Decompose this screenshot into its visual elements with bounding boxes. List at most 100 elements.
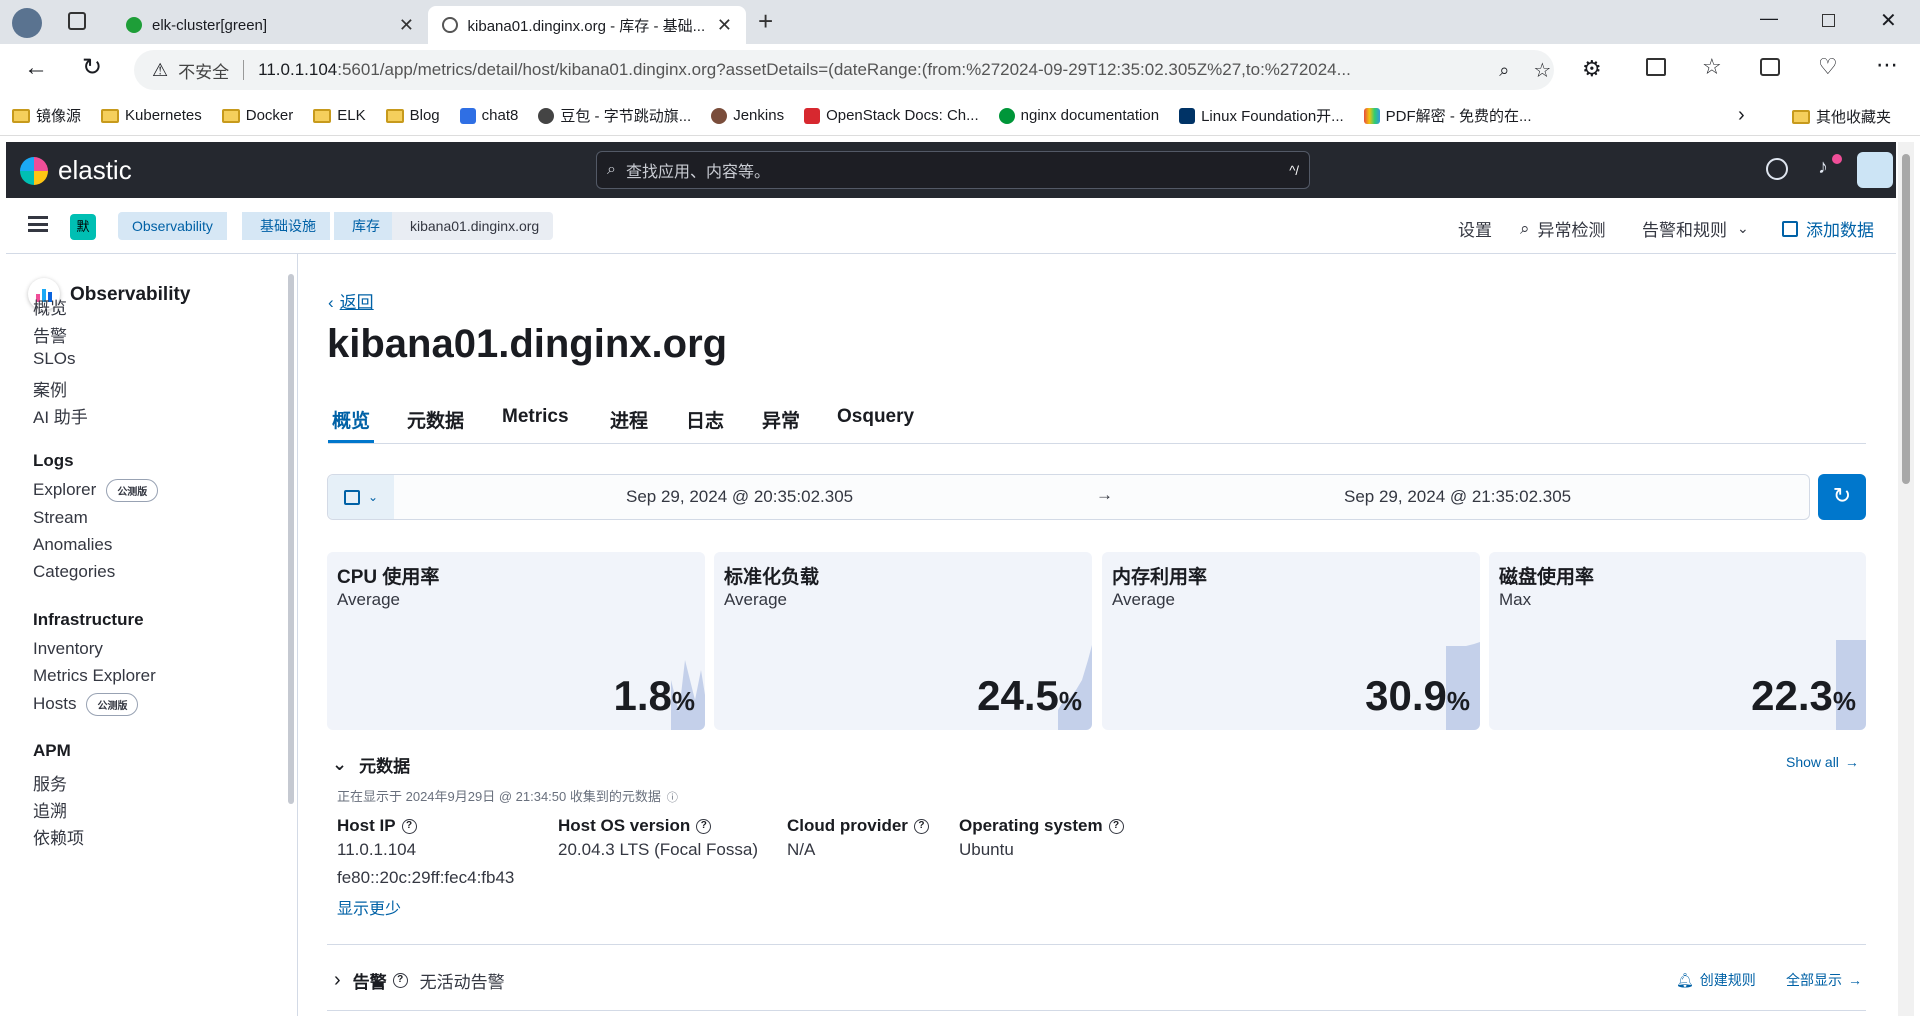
other-bookmarks[interactable]: 其他收藏夹 <box>1792 106 1891 127</box>
zoom-icon[interactable]: ⌕ <box>1499 60 1509 81</box>
question-icon[interactable]: ? <box>1108 819 1124 835</box>
question-icon[interactable]: ? <box>696 819 712 835</box>
space-badge[interactable]: 默 <box>70 214 96 240</box>
metadata-show-all[interactable]: Show all → <box>1786 754 1859 770</box>
health-icon[interactable]: ♡ <box>1818 54 1838 80</box>
tab-label: 日志 <box>686 411 725 432</box>
bookmark-item[interactable]: Kubernetes <box>101 107 202 124</box>
sidenav-scrollbar[interactable] <box>288 274 294 804</box>
alerts-section-toggle[interactable]: › 告警 ? 无活动告警 <box>334 968 505 993</box>
tab-logs[interactable]: 日志 <box>686 406 724 433</box>
tab-actions-icon[interactable] <box>68 12 86 30</box>
breadcrumb-infrastructure[interactable]: 基础设施 <box>242 212 330 240</box>
metadata-section-toggle[interactable]: ⌄ 元数据 <box>332 752 410 777</box>
sidenav-item-traces[interactable]: 追溯 <box>33 797 67 822</box>
breadcrumb-observability[interactable]: Observability <box>118 212 227 240</box>
sidenav-item-explorer[interactable]: Explorer 公测版 <box>33 479 159 502</box>
question-icon[interactable]: ? <box>401 819 417 835</box>
sidenav-item-metrics-explorer[interactable]: Metrics Explorer <box>33 666 156 686</box>
bookmark-item[interactable]: Docker <box>221 107 293 124</box>
tab-metadata[interactable]: 元数据 <box>407 406 464 433</box>
sidenav-item-ai-assistant[interactable]: AI 助手 <box>33 403 88 428</box>
date-start[interactable]: Sep 29, 2024 @ 20:35:02.305 <box>626 487 853 507</box>
kibana-header: elastic ⌕ 查找应用、内容等。 ^/ ♪ <box>6 142 1896 198</box>
anomaly-detection-link[interactable]: ⌕ 异常检测 <box>1520 216 1606 241</box>
back-icon[interactable]: ← <box>24 54 48 82</box>
add-data-link[interactable]: 添加数据 <box>1782 216 1874 241</box>
beta-badge: 公测版 <box>106 479 159 502</box>
anomaly-icon: ⌕ <box>1520 218 1530 238</box>
tab-osquery[interactable]: Osquery <box>837 406 914 428</box>
bookmark-item[interactable]: ELK <box>313 107 366 124</box>
browser-tab-strip: elk-cluster[green] ✕ kibana01.dinginx.or… <box>0 0 1920 44</box>
sidenav-item-anomalies[interactable]: Anomalies <box>33 535 112 555</box>
alerts-rules-menu[interactable]: 告警和规则 ⌄ <box>1642 216 1749 241</box>
back-link[interactable]: ‹ 返回 <box>328 288 374 313</box>
scrollbar-thumb[interactable] <box>1902 154 1910 484</box>
quick-select-button[interactable]: ⌄ <box>328 475 394 519</box>
alerts-show-all-link[interactable]: 全部显示 → <box>1786 970 1862 990</box>
bookmark-item[interactable]: PDF解密 - 免费的在... <box>1363 105 1532 126</box>
tab-overview[interactable]: 概览 <box>332 406 370 433</box>
bookmark-item[interactable]: 豆包 - 字节跳动旗... <box>538 105 691 126</box>
tab-label: 进程 <box>610 411 649 432</box>
bookmark-item[interactable]: nginx documentation <box>998 107 1159 124</box>
tab-anomalies[interactable]: 异常 <box>762 406 800 433</box>
bookmark-item[interactable]: Linux Foundation开... <box>1179 105 1344 126</box>
profile-avatar[interactable] <box>12 8 42 38</box>
more-icon[interactable]: ⋯ <box>1876 52 1898 78</box>
sidenav-item-slos[interactable]: SLOs <box>33 349 76 369</box>
extensions-icon[interactable]: ⚙ <box>1582 56 1602 82</box>
reload-icon[interactable]: ↻ <box>82 53 102 82</box>
restore-button[interactable] <box>1822 14 1835 27</box>
address-bar[interactable]: ⚠ 不安全 11.0.1.104 :5601/app/metrics/detai… <box>134 50 1554 90</box>
sidenav-item-alerts[interactable]: 告警 <box>33 322 67 347</box>
date-end[interactable]: Sep 29, 2024 @ 21:35:02.305 <box>1344 487 1571 507</box>
sidenav-item-inventory[interactable]: Inventory <box>33 639 103 659</box>
sidenav-item-overview[interactable]: 概览 <box>33 294 67 319</box>
tab-processes[interactable]: 进程 <box>610 406 648 433</box>
close-window-button[interactable]: ✕ <box>1880 8 1897 33</box>
page-scrollbar[interactable] <box>1898 142 1914 1016</box>
breadcrumb-label: Observability <box>132 218 213 234</box>
bookmark-label: ELK <box>337 107 366 124</box>
sidenav-item-services[interactable]: 服务 <box>33 770 67 795</box>
sidenav-item-cases[interactable]: 案例 <box>33 376 67 401</box>
sidenav-item-stream[interactable]: Stream <box>33 508 88 528</box>
sidenav-item-dependencies[interactable]: 依赖项 <box>33 824 84 849</box>
ai-assistant-button[interactable] <box>1857 152 1893 188</box>
split-screen-icon[interactable] <box>1646 58 1666 76</box>
bookmark-item[interactable]: Blog <box>385 107 440 124</box>
close-icon[interactable]: ✕ <box>399 15 414 36</box>
bookmark-item[interactable]: Jenkins <box>711 107 784 124</box>
favorite-star-icon[interactable]: ☆ <box>1533 58 1551 83</box>
help-icon[interactable] <box>1766 158 1788 180</box>
question-icon[interactable]: ? <box>913 819 929 835</box>
sidenav-title[interactable]: Observability <box>70 284 190 306</box>
news-feed-icon[interactable]: ♪ <box>1818 156 1828 179</box>
menu-icon[interactable] <box>28 216 48 232</box>
question-icon[interactable]: ? <box>392 973 408 988</box>
bookmark-item[interactable]: OpenStack Docs: Ch... <box>804 107 979 124</box>
show-less-link[interactable]: 显示更少 <box>337 895 401 919</box>
settings-link[interactable]: 设置 <box>1458 216 1492 241</box>
tab-metrics[interactable]: Metrics <box>502 406 569 428</box>
browser-tab-1[interactable]: elk-cluster[green] ✕ <box>112 6 428 44</box>
sidenav-item-categories[interactable]: Categories <box>33 562 115 582</box>
refresh-button[interactable]: ↻ <box>1818 474 1866 520</box>
create-rule-link[interactable]: 🔔︎ 创建规则 <box>1676 970 1756 990</box>
collections-icon[interactable] <box>1760 58 1780 76</box>
arrow-right-icon: → <box>1844 754 1859 770</box>
bookmark-item[interactable]: chat8 <box>459 107 518 124</box>
elastic-logo[interactable]: elastic <box>20 155 132 186</box>
favorites-icon[interactable]: ☆ <box>1702 54 1722 80</box>
global-search-input[interactable]: ⌕ 查找应用、内容等。 ^/ <box>596 151 1310 189</box>
bookmark-item[interactable]: 镜像源 <box>12 105 81 126</box>
chevron-right-icon[interactable]: › <box>1738 104 1745 127</box>
breadcrumb-inventory[interactable]: 库存 <box>334 212 394 240</box>
new-tab-button[interactable]: + <box>758 6 773 37</box>
close-icon[interactable]: ✕ <box>717 15 732 36</box>
browser-tab-2[interactable]: kibana01.dinginx.org - 库存 - 基础... ✕ <box>428 6 746 44</box>
sidenav-item-hosts[interactable]: Hosts 公测版 <box>33 693 139 716</box>
minimize-button[interactable]: — <box>1760 8 1778 29</box>
